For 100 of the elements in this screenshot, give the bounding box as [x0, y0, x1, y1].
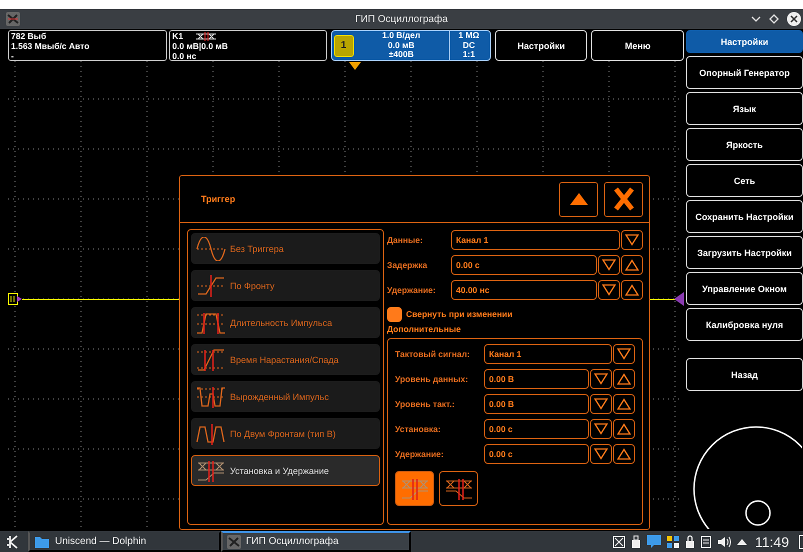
value-field[interactable]: 0.00 с: [484, 418, 589, 438]
down-triangle-icon: [617, 348, 631, 360]
down-triangle-icon: [594, 398, 608, 410]
taskbar-item[interactable]: Uniscend — Dolphin: [28, 531, 221, 552]
trigger-info-text: 0.0 мВ|0.0 мВ: [172, 41, 229, 51]
increase-button[interactable]: [613, 394, 635, 414]
channel-scale-text: 0.0 мВ: [386, 40, 415, 50]
back-button[interactable]: Назад: [686, 358, 803, 391]
usb-drive-icon[interactable]: [631, 535, 641, 548]
mode-button[interactable]: [439, 471, 478, 506]
decrease-button[interactable]: [613, 344, 635, 364]
down-triangle-icon: [594, 448, 608, 460]
increase-button[interactable]: [613, 418, 635, 438]
increase-button[interactable]: [613, 368, 635, 388]
decrease-button[interactable]: [590, 418, 612, 438]
trigger-type-item[interactable]: По Двум Фронтам (тип B): [191, 418, 380, 449]
channel-coupling-text: 1:1: [462, 50, 476, 60]
field-label: Удержание:: [387, 284, 437, 294]
chat-icon[interactable]: [647, 535, 661, 548]
menu-item[interactable]: Язык: [686, 92, 803, 125]
runt-pulse-icon: [196, 384, 226, 408]
section-title: Дополнительные: [387, 324, 462, 334]
menu-item[interactable]: Загрузить Настройки: [686, 236, 803, 269]
menu-item[interactable]: Сохранить Настройки: [686, 200, 803, 233]
screenshot-icon[interactable]: [613, 536, 625, 548]
sine-wave-icon: [196, 236, 226, 260]
trigger-type-item[interactable]: Время Нарастания/Спада: [191, 344, 380, 375]
volume-icon[interactable]: [717, 536, 731, 548]
down-triangle-icon: [594, 372, 608, 384]
settings-button[interactable]: Настройки: [494, 30, 588, 61]
channel-scale-text: 1.0 В/дел: [381, 31, 422, 41]
up-triangle-icon: [617, 422, 631, 434]
trigger-type-item[interactable]: Без Триггера: [191, 233, 380, 264]
checkbox[interactable]: [387, 306, 402, 322]
collapse-button[interactable]: [559, 182, 598, 216]
dropdown-field[interactable]: Канал 1: [451, 230, 620, 250]
trigger-type-item[interactable]: Вырожденный Импульс: [191, 381, 380, 412]
down-triangle-icon: [602, 258, 616, 270]
dialog-title: Триггер: [201, 194, 236, 204]
channel-panel[interactable]: 1 1.0 В/дел 0.0 мВ ±400В 1 MΩ DC 1:1: [330, 30, 491, 61]
maximize-icon[interactable]: [769, 14, 779, 24]
channel-marker-icon[interactable]: [8, 293, 22, 305]
field-label: Уровень такт.:: [395, 398, 456, 408]
show-desktop-icon[interactable]: [799, 534, 803, 548]
setup-hold-icon: [400, 476, 430, 500]
decrease-button[interactable]: [590, 368, 612, 388]
setup-hold-icon: [195, 32, 218, 40]
menu-item[interactable]: Опорный Генератор: [686, 56, 803, 89]
channel-number[interactable]: 1: [334, 34, 354, 56]
minimize-icon[interactable]: [751, 15, 761, 23]
clock-text: 11:49: [755, 534, 789, 550]
trigger-type-item[interactable]: Длительность Импульса: [191, 307, 380, 338]
down-triangle-icon: [602, 284, 616, 296]
taskbar-item[interactable]: ГИП Осциллографа: [221, 531, 411, 552]
acquisition-text: -: [11, 51, 15, 61]
trigger-info-text: 0.0 нс: [172, 51, 198, 61]
trigger-level-icon[interactable]: [674, 292, 684, 306]
menu-item[interactable]: Сеть: [686, 164, 803, 197]
increase-button[interactable]: [621, 280, 643, 300]
field-label: Тактовый сигнал:: [395, 348, 471, 358]
value-field[interactable]: 0.00 В: [484, 368, 589, 388]
menu-button[interactable]: Меню: [591, 30, 684, 61]
close-icon: [612, 187, 634, 211]
value-field[interactable]: 0.00 с: [451, 254, 597, 274]
trigger-type-item[interactable]: Установка и Удержание: [191, 455, 380, 486]
menu-item[interactable]: Яркость: [686, 128, 803, 161]
apps-grid-icon[interactable]: [667, 536, 679, 548]
up-triangle-icon: [617, 398, 631, 410]
rising-edge-icon: [196, 274, 226, 298]
value-field[interactable]: 0.00 с: [484, 444, 589, 464]
field-label: Задержка: [387, 260, 428, 270]
value-field[interactable]: 0.00 В: [484, 394, 589, 414]
setup-hold-icon: [444, 476, 474, 500]
trigger-type-item[interactable]: По Фронту: [191, 270, 380, 301]
decrease-button[interactable]: [590, 394, 612, 414]
down-triangle-icon: [594, 422, 608, 434]
decrease-button[interactable]: [598, 280, 620, 300]
menu-item[interactable]: Калибровка нуля: [686, 308, 803, 341]
up-triangle-icon: [617, 372, 631, 384]
app-icon: [6, 12, 20, 26]
dropdown-field[interactable]: Канал 1: [484, 344, 612, 364]
decrease-button[interactable]: [590, 444, 612, 464]
field-label: Данные:: [387, 234, 424, 244]
decrease-button[interactable]: [621, 230, 643, 250]
decrease-button[interactable]: [598, 254, 620, 274]
close-icon[interactable]: [787, 12, 801, 26]
acquisition-text: 782 Выб: [11, 31, 48, 41]
value-field[interactable]: 40.00 нс: [451, 280, 597, 300]
up-triangle-icon: [625, 284, 639, 296]
increase-button[interactable]: [621, 254, 643, 274]
up-triangle-icon: [568, 192, 588, 206]
field-label: Уровень данных:: [395, 374, 470, 384]
clipboard-icon[interactable]: [701, 535, 711, 548]
close-button[interactable]: [604, 182, 643, 216]
expand-tray-icon[interactable]: [737, 538, 747, 545]
menu-item[interactable]: Настройки: [686, 30, 803, 53]
channel-scale-text: ±400В: [388, 50, 415, 60]
lock-icon[interactable]: [685, 535, 695, 548]
increase-button[interactable]: [613, 444, 635, 464]
menu-item[interactable]: Управление Окном: [686, 272, 803, 305]
